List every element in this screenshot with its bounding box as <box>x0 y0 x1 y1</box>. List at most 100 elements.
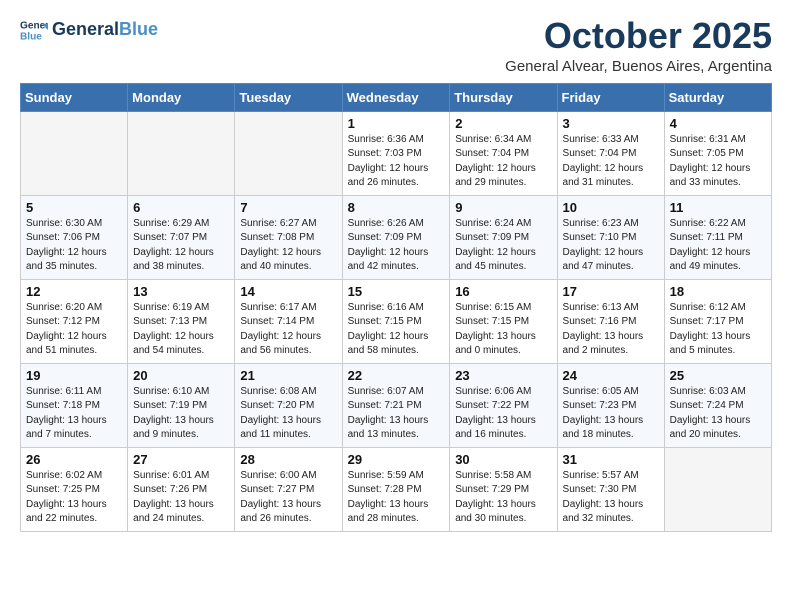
day-info: Sunrise: 6:07 AMSunset: 7:21 PMDaylight:… <box>348 385 445 443</box>
header: General Blue GeneralBlue October 2025 Ge… <box>20 16 772 75</box>
calendar-cell: 17Sunrise: 6:13 AMSunset: 7:16 PMDayligh… <box>557 279 664 363</box>
day-number: 30 <box>455 452 551 467</box>
calendar-cell: 21 Sunrise: 6:08 AMSunset: 7:20 PMDayligh… <box>235 363 342 447</box>
calendar-cell: 20 Sunrise: 6:10 AMSunset: 7:19 PMDayligh… <box>128 363 235 447</box>
day-number: 1 <box>348 116 445 131</box>
calendar-header-wednesday: Wednesday <box>342 83 450 111</box>
day-info: Sunrise: 5:57 AMSunset: 7:30 PMDaylight:… <box>563 469 659 527</box>
calendar-cell: 14Sunrise: 6:17 AMSunset: 7:14 PMDayligh… <box>235 279 342 363</box>
calendar-cell: 10 Sunrise: 6:23 AMSunset: 7:10 PMDayligh… <box>557 195 664 279</box>
calendar-table: SundayMondayTuesdayWednesdayThursdayFrid… <box>20 83 772 532</box>
calendar-cell: 9Sunrise: 6:24 AMSunset: 7:09 PMDaylight… <box>450 195 557 279</box>
calendar-week-row: 5 Sunrise: 6:30 AMSunset: 7:06 PMDaylight… <box>21 195 772 279</box>
day-info: Sunrise: 6:03 AMSunset: 7:24 PMDaylight:… <box>670 385 766 443</box>
calendar-cell: 31Sunrise: 5:57 AMSunset: 7:30 PMDayligh… <box>557 447 664 531</box>
calendar-cell: 13Sunrise: 6:19 AMSunset: 7:13 PMDayligh… <box>128 279 235 363</box>
day-info: Sunrise: 6:19 AMSunset: 7:13 PMDaylight:… <box>133 301 229 359</box>
day-info: Sunrise: 6:05 AMSunset: 7:23 PMDaylight:… <box>563 385 659 443</box>
month-title: October 2025 <box>505 16 772 56</box>
day-number: 5 <box>26 200 122 215</box>
calendar-cell <box>128 111 235 195</box>
day-info: Sunrise: 6:26 AMSunset: 7:09 PMDaylight:… <box>348 217 445 275</box>
calendar-cell: 29 Sunrise: 5:59 AMSunset: 7:28 PMDayligh… <box>342 447 450 531</box>
day-number: 27 <box>133 452 229 467</box>
logo-text: GeneralBlue <box>52 20 158 40</box>
day-number: 20 <box>133 368 229 383</box>
day-number: 2 <box>455 116 551 131</box>
calendar-week-row: 12 Sunrise: 6:20 AMSunset: 7:12 PMDayligh… <box>21 279 772 363</box>
day-number: 18 <box>670 284 766 299</box>
calendar-cell <box>235 111 342 195</box>
calendar-cell: 5 Sunrise: 6:30 AMSunset: 7:06 PMDaylight… <box>21 195 128 279</box>
location-subtitle: General Alvear, Buenos Aires, Argentina <box>505 58 772 75</box>
day-number: 25 <box>670 368 766 383</box>
calendar-cell: 8 Sunrise: 6:26 AMSunset: 7:09 PMDaylight… <box>342 195 450 279</box>
day-number: 29 <box>348 452 445 467</box>
calendar-header-row: SundayMondayTuesdayWednesdayThursdayFrid… <box>21 83 772 111</box>
day-number: 24 <box>563 368 659 383</box>
day-number: 3 <box>563 116 659 131</box>
day-info: Sunrise: 6:15 AMSunset: 7:15 PMDaylight:… <box>455 301 551 359</box>
day-info: Sunrise: 5:59 AMSunset: 7:28 PMDaylight:… <box>348 469 445 527</box>
calendar-header-tuesday: Tuesday <box>235 83 342 111</box>
day-info: Sunrise: 6:20 AMSunset: 7:12 PMDaylight:… <box>26 301 122 359</box>
calendar-cell: 7 Sunrise: 6:27 AMSunset: 7:08 PMDaylight… <box>235 195 342 279</box>
calendar-week-row: 19Sunrise: 6:11 AMSunset: 7:18 PMDayligh… <box>21 363 772 447</box>
calendar-cell: 12 Sunrise: 6:20 AMSunset: 7:12 PMDayligh… <box>21 279 128 363</box>
day-number: 8 <box>348 200 445 215</box>
day-info: Sunrise: 6:36 AMSunset: 7:03 PMDaylight:… <box>348 133 445 191</box>
calendar-cell: 16 Sunrise: 6:15 AMSunset: 7:15 PMDayligh… <box>450 279 557 363</box>
calendar-cell: 30 Sunrise: 5:58 AMSunset: 7:29 PMDayligh… <box>450 447 557 531</box>
calendar-cell: 15Sunrise: 6:16 AMSunset: 7:15 PMDayligh… <box>342 279 450 363</box>
day-info: Sunrise: 6:00 AMSunset: 7:27 PMDaylight:… <box>240 469 336 527</box>
calendar-cell: 24 Sunrise: 6:05 AMSunset: 7:23 PMDayligh… <box>557 363 664 447</box>
calendar-cell: 28 Sunrise: 6:00 AMSunset: 7:27 PMDayligh… <box>235 447 342 531</box>
calendar-cell: 3Sunrise: 6:33 AMSunset: 7:04 PMDaylight… <box>557 111 664 195</box>
calendar-cell: 11 Sunrise: 6:22 AMSunset: 7:11 PMDayligh… <box>664 195 771 279</box>
svg-text:Blue: Blue <box>20 31 42 42</box>
day-number: 22 <box>348 368 445 383</box>
calendar-cell: 27 Sunrise: 6:01 AMSunset: 7:26 PMDayligh… <box>128 447 235 531</box>
day-number: 7 <box>240 200 336 215</box>
calendar-cell: 1 Sunrise: 6:36 AMSunset: 7:03 PMDaylight… <box>342 111 450 195</box>
day-number: 23 <box>455 368 551 383</box>
calendar-cell: 4Sunrise: 6:31 AMSunset: 7:05 PMDaylight… <box>664 111 771 195</box>
day-number: 10 <box>563 200 659 215</box>
day-info: Sunrise: 5:58 AMSunset: 7:29 PMDaylight:… <box>455 469 551 527</box>
day-number: 6 <box>133 200 229 215</box>
day-number: 9 <box>455 200 551 215</box>
day-info: Sunrise: 6:22 AMSunset: 7:11 PMDaylight:… <box>670 217 766 275</box>
day-number: 12 <box>26 284 122 299</box>
day-info: Sunrise: 6:30 AMSunset: 7:06 PMDaylight:… <box>26 217 122 275</box>
day-number: 16 <box>455 284 551 299</box>
calendar-cell: 6 Sunrise: 6:29 AMSunset: 7:07 PMDaylight… <box>128 195 235 279</box>
day-info: Sunrise: 6:29 AMSunset: 7:07 PMDaylight:… <box>133 217 229 275</box>
day-info: Sunrise: 6:01 AMSunset: 7:26 PMDaylight:… <box>133 469 229 527</box>
day-info: Sunrise: 6:23 AMSunset: 7:10 PMDaylight:… <box>563 217 659 275</box>
day-number: 11 <box>670 200 766 215</box>
calendar-cell: 22 Sunrise: 6:07 AMSunset: 7:21 PMDayligh… <box>342 363 450 447</box>
calendar-header-sunday: Sunday <box>21 83 128 111</box>
day-number: 26 <box>26 452 122 467</box>
calendar-cell: 19Sunrise: 6:11 AMSunset: 7:18 PMDayligh… <box>21 363 128 447</box>
day-number: 28 <box>240 452 336 467</box>
calendar-cell <box>664 447 771 531</box>
logo: General Blue GeneralBlue <box>20 16 158 44</box>
day-info: Sunrise: 6:02 AMSunset: 7:25 PMDaylight:… <box>26 469 122 527</box>
calendar-cell: 2Sunrise: 6:34 AMSunset: 7:04 PMDaylight… <box>450 111 557 195</box>
day-info: Sunrise: 6:08 AMSunset: 7:20 PMDaylight:… <box>240 385 336 443</box>
day-info: Sunrise: 6:13 AMSunset: 7:16 PMDaylight:… <box>563 301 659 359</box>
day-info: Sunrise: 6:31 AMSunset: 7:05 PMDaylight:… <box>670 133 766 191</box>
calendar-cell: 25 Sunrise: 6:03 AMSunset: 7:24 PMDayligh… <box>664 363 771 447</box>
calendar-week-row: 26 Sunrise: 6:02 AMSunset: 7:25 PMDayligh… <box>21 447 772 531</box>
day-info: Sunrise: 6:16 AMSunset: 7:15 PMDaylight:… <box>348 301 445 359</box>
logo-icon: General Blue <box>20 16 48 44</box>
day-info: Sunrise: 6:10 AMSunset: 7:19 PMDaylight:… <box>133 385 229 443</box>
svg-text:General: General <box>20 20 48 31</box>
day-number: 19 <box>26 368 122 383</box>
calendar-week-row: 1 Sunrise: 6:36 AMSunset: 7:03 PMDaylight… <box>21 111 772 195</box>
day-number: 21 <box>240 368 336 383</box>
page-container: General Blue GeneralBlue October 2025 Ge… <box>0 0 792 548</box>
day-info: Sunrise: 6:27 AMSunset: 7:08 PMDaylight:… <box>240 217 336 275</box>
day-info: Sunrise: 6:06 AMSunset: 7:22 PMDaylight:… <box>455 385 551 443</box>
